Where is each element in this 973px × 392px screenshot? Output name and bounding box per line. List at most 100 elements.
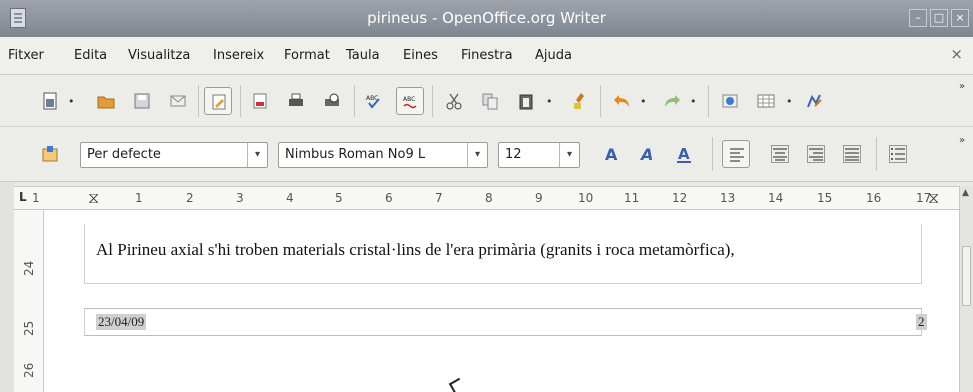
ruler-label: 16 <box>866 191 882 205</box>
edit-file-icon[interactable] <box>204 87 232 115</box>
toolbar-separator <box>240 85 241 117</box>
redo-icon[interactable] <box>658 87 686 115</box>
ruler-label: 15 <box>817 191 833 205</box>
font-name-value: Nimbus Roman No9 L <box>285 147 426 162</box>
show-draw-functions-icon[interactable] <box>800 87 828 115</box>
export-pdf-icon[interactable] <box>246 87 274 115</box>
print-preview-icon[interactable] <box>318 87 346 115</box>
menu-finestra[interactable]: Finestra <box>461 48 513 63</box>
menu-fitxer[interactable]: Fitxer <box>8 48 44 63</box>
italic-icon[interactable]: A <box>634 140 662 168</box>
chevron-down-icon[interactable]: ▾ <box>559 143 579 167</box>
toolbar-separator <box>354 85 355 117</box>
horizontal-ruler[interactable]: L 1 ⧖ 1 2 3 4 5 6 7 8 9 10 11 12 13 14 1… <box>14 186 959 210</box>
toolbar-separator <box>198 85 199 117</box>
right-indent-marker-icon[interactable]: ⧖ <box>928 188 939 208</box>
vertical-scrollbar[interactable]: ▲ <box>959 186 973 392</box>
toolbar-overflow-icon[interactable]: » <box>959 81 969 92</box>
table-icon[interactable] <box>752 87 780 115</box>
align-left-icon[interactable] <box>722 140 750 168</box>
menu-eines[interactable]: Eines <box>403 48 438 63</box>
footer-page-number-field[interactable]: 2 <box>916 314 927 330</box>
vruler-label: 24 <box>22 260 36 276</box>
print-icon[interactable] <box>282 87 310 115</box>
redo-dropdown-icon[interactable]: • <box>690 95 697 108</box>
email-document-icon[interactable] <box>164 87 192 115</box>
toolbar-separator <box>708 85 709 117</box>
copy-icon[interactable] <box>476 87 504 115</box>
align-right-icon[interactable] <box>802 140 830 168</box>
standard-toolbar: • ABC ABC • • • • » <box>0 75 973 127</box>
menu-taula[interactable]: Taula <box>346 48 380 63</box>
ruler-label: 11 <box>624 191 640 205</box>
chevron-down-icon[interactable]: ▾ <box>247 143 267 167</box>
scrollbar-thumb[interactable] <box>962 246 971 306</box>
document-page[interactable]: Al Pirineu axial s'hi troben materials c… <box>44 210 959 392</box>
ruler-label: 9 <box>535 191 543 205</box>
maximize-button[interactable]: □ <box>930 9 948 27</box>
font-name-select[interactable]: Nimbus Roman No9 L ▾ <box>278 142 488 168</box>
scroll-up-icon[interactable]: ▲ <box>962 188 969 198</box>
hyperlink-icon[interactable] <box>716 87 744 115</box>
svg-text:A: A <box>678 145 690 163</box>
body-paragraph[interactable]: Al Pirineu axial s'hi troben materials c… <box>96 240 735 260</box>
ruler-label: 3 <box>236 191 244 205</box>
vruler-label: 25 <box>22 320 36 336</box>
numbering-icon[interactable] <box>884 140 912 168</box>
left-indent-marker-icon[interactable]: ⧖ <box>88 188 99 208</box>
undo-icon[interactable] <box>608 87 636 115</box>
new-document-icon[interactable] <box>36 87 64 115</box>
styles-formatting-icon[interactable] <box>36 140 64 168</box>
menu-visualitza[interactable]: Visualitza <box>128 48 190 63</box>
window-title: pirineus - OpenOffice.org Writer <box>367 9 606 27</box>
ruler-label: 4 <box>286 191 294 205</box>
mouse-pointer-icon <box>448 377 466 392</box>
underline-icon[interactable]: A <box>670 140 698 168</box>
close-window-button[interactable]: × <box>951 9 969 27</box>
menu-bar: Fitxer Edita Visualitza Insereix Format … <box>0 37 973 75</box>
ruler-label: 8 <box>485 191 493 205</box>
ruler-label: 1 <box>32 191 40 205</box>
new-dropdown-icon[interactable]: • <box>68 95 75 108</box>
open-folder-icon[interactable] <box>92 87 120 115</box>
bold-icon[interactable]: A <box>598 140 626 168</box>
window-left-strip <box>0 182 14 392</box>
vertical-ruler[interactable]: 24 25 26 <box>14 210 44 392</box>
paragraph-style-value: Per defecte <box>87 147 161 162</box>
toolbar-separator <box>432 85 433 117</box>
undo-dropdown-icon[interactable]: • <box>640 95 647 108</box>
menu-format[interactable]: Format <box>284 48 330 63</box>
paste-dropdown-icon[interactable]: • <box>546 95 553 108</box>
menu-insereix[interactable]: Insereix <box>213 48 264 63</box>
minimize-button[interactable]: – <box>909 9 927 27</box>
ruler-label: 6 <box>385 191 393 205</box>
formatting-toolbar: Per defecte ▾ Nimbus Roman No9 L ▾ 12 ▾ … <box>0 127 973 182</box>
svg-text:ABC: ABC <box>403 96 415 103</box>
paste-icon[interactable] <box>512 87 540 115</box>
save-icon[interactable] <box>128 87 156 115</box>
paragraph-style-select[interactable]: Per defecte ▾ <box>80 142 268 168</box>
menu-edita[interactable]: Edita <box>74 48 107 63</box>
toolbar-overflow-icon[interactable]: » <box>959 135 969 146</box>
font-size-select[interactable]: 12 ▾ <box>498 142 580 168</box>
ruler-label: 1 <box>135 191 143 205</box>
title-bar: pirineus - OpenOffice.org Writer – □ × <box>0 0 973 37</box>
table-dropdown-icon[interactable]: • <box>786 95 793 108</box>
align-center-icon[interactable] <box>766 140 794 168</box>
close-document-icon[interactable]: × <box>950 45 963 63</box>
ruler-label: 12 <box>672 191 688 205</box>
cut-icon[interactable] <box>440 87 468 115</box>
toolbar-separator <box>600 85 601 117</box>
chevron-down-icon[interactable]: ▾ <box>467 143 487 167</box>
menu-ajuda[interactable]: Ajuda <box>535 48 572 63</box>
footer-area[interactable] <box>84 308 922 336</box>
justify-icon[interactable] <box>838 140 866 168</box>
ruler-label: 5 <box>335 191 343 205</box>
svg-text:A: A <box>605 145 618 163</box>
tab-stop-icon[interactable]: L <box>19 190 27 204</box>
svg-text:A: A <box>639 145 653 163</box>
format-paintbrush-icon[interactable] <box>566 87 594 115</box>
autospellcheck-icon[interactable]: ABC <box>396 87 424 115</box>
spellcheck-icon[interactable]: ABC <box>360 87 388 115</box>
footer-date-field[interactable]: 23/04/09 <box>96 314 147 330</box>
